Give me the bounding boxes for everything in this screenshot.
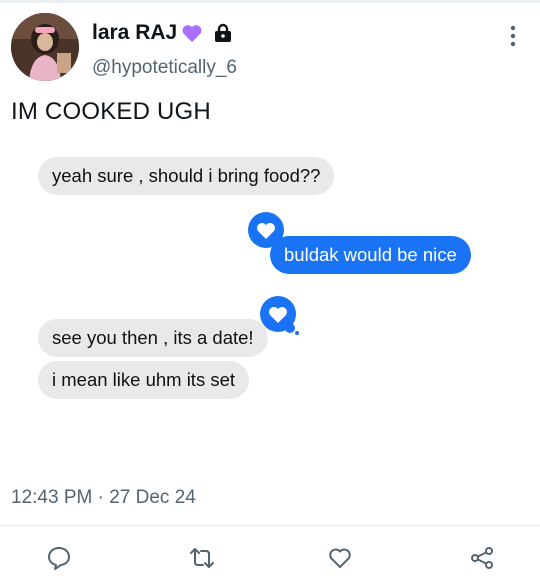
avatar-image (11, 13, 79, 81)
like-icon (329, 548, 351, 568)
message-bubble-received: i mean like uhm its set (38, 361, 250, 399)
timestamp[interactable]: 12:43 PM · 27 Dec 24 (11, 487, 196, 509)
display-name-text: lara RAJ (92, 21, 178, 44)
message-bubble-sent: buldak would be nice (270, 236, 471, 274)
handle[interactable]: @hypotetically_6 (92, 57, 237, 79)
more-options-button[interactable] (503, 24, 523, 48)
share-icon (471, 547, 493, 569)
actions-divider (0, 525, 540, 526)
purple-heart-icon (182, 25, 202, 43)
lock-icon (215, 23, 232, 42)
avatar[interactable] (11, 13, 79, 81)
message-bubble-received: see you then , its a date! (38, 319, 268, 357)
more-vertical-icon (510, 25, 516, 47)
like-button[interactable] (323, 541, 357, 575)
tweet-text: IM COOKED UGH (11, 98, 211, 125)
retweet-button[interactable] (185, 541, 219, 575)
reply-icon (48, 547, 70, 570)
share-button[interactable] (465, 541, 499, 575)
display-name[interactable]: lara RAJ (92, 21, 233, 45)
reply-button[interactable] (42, 541, 76, 575)
retweet-icon (190, 548, 214, 568)
top-divider (0, 0, 540, 3)
message-bubble-received: yeah sure , should i bring food?? (38, 157, 335, 195)
